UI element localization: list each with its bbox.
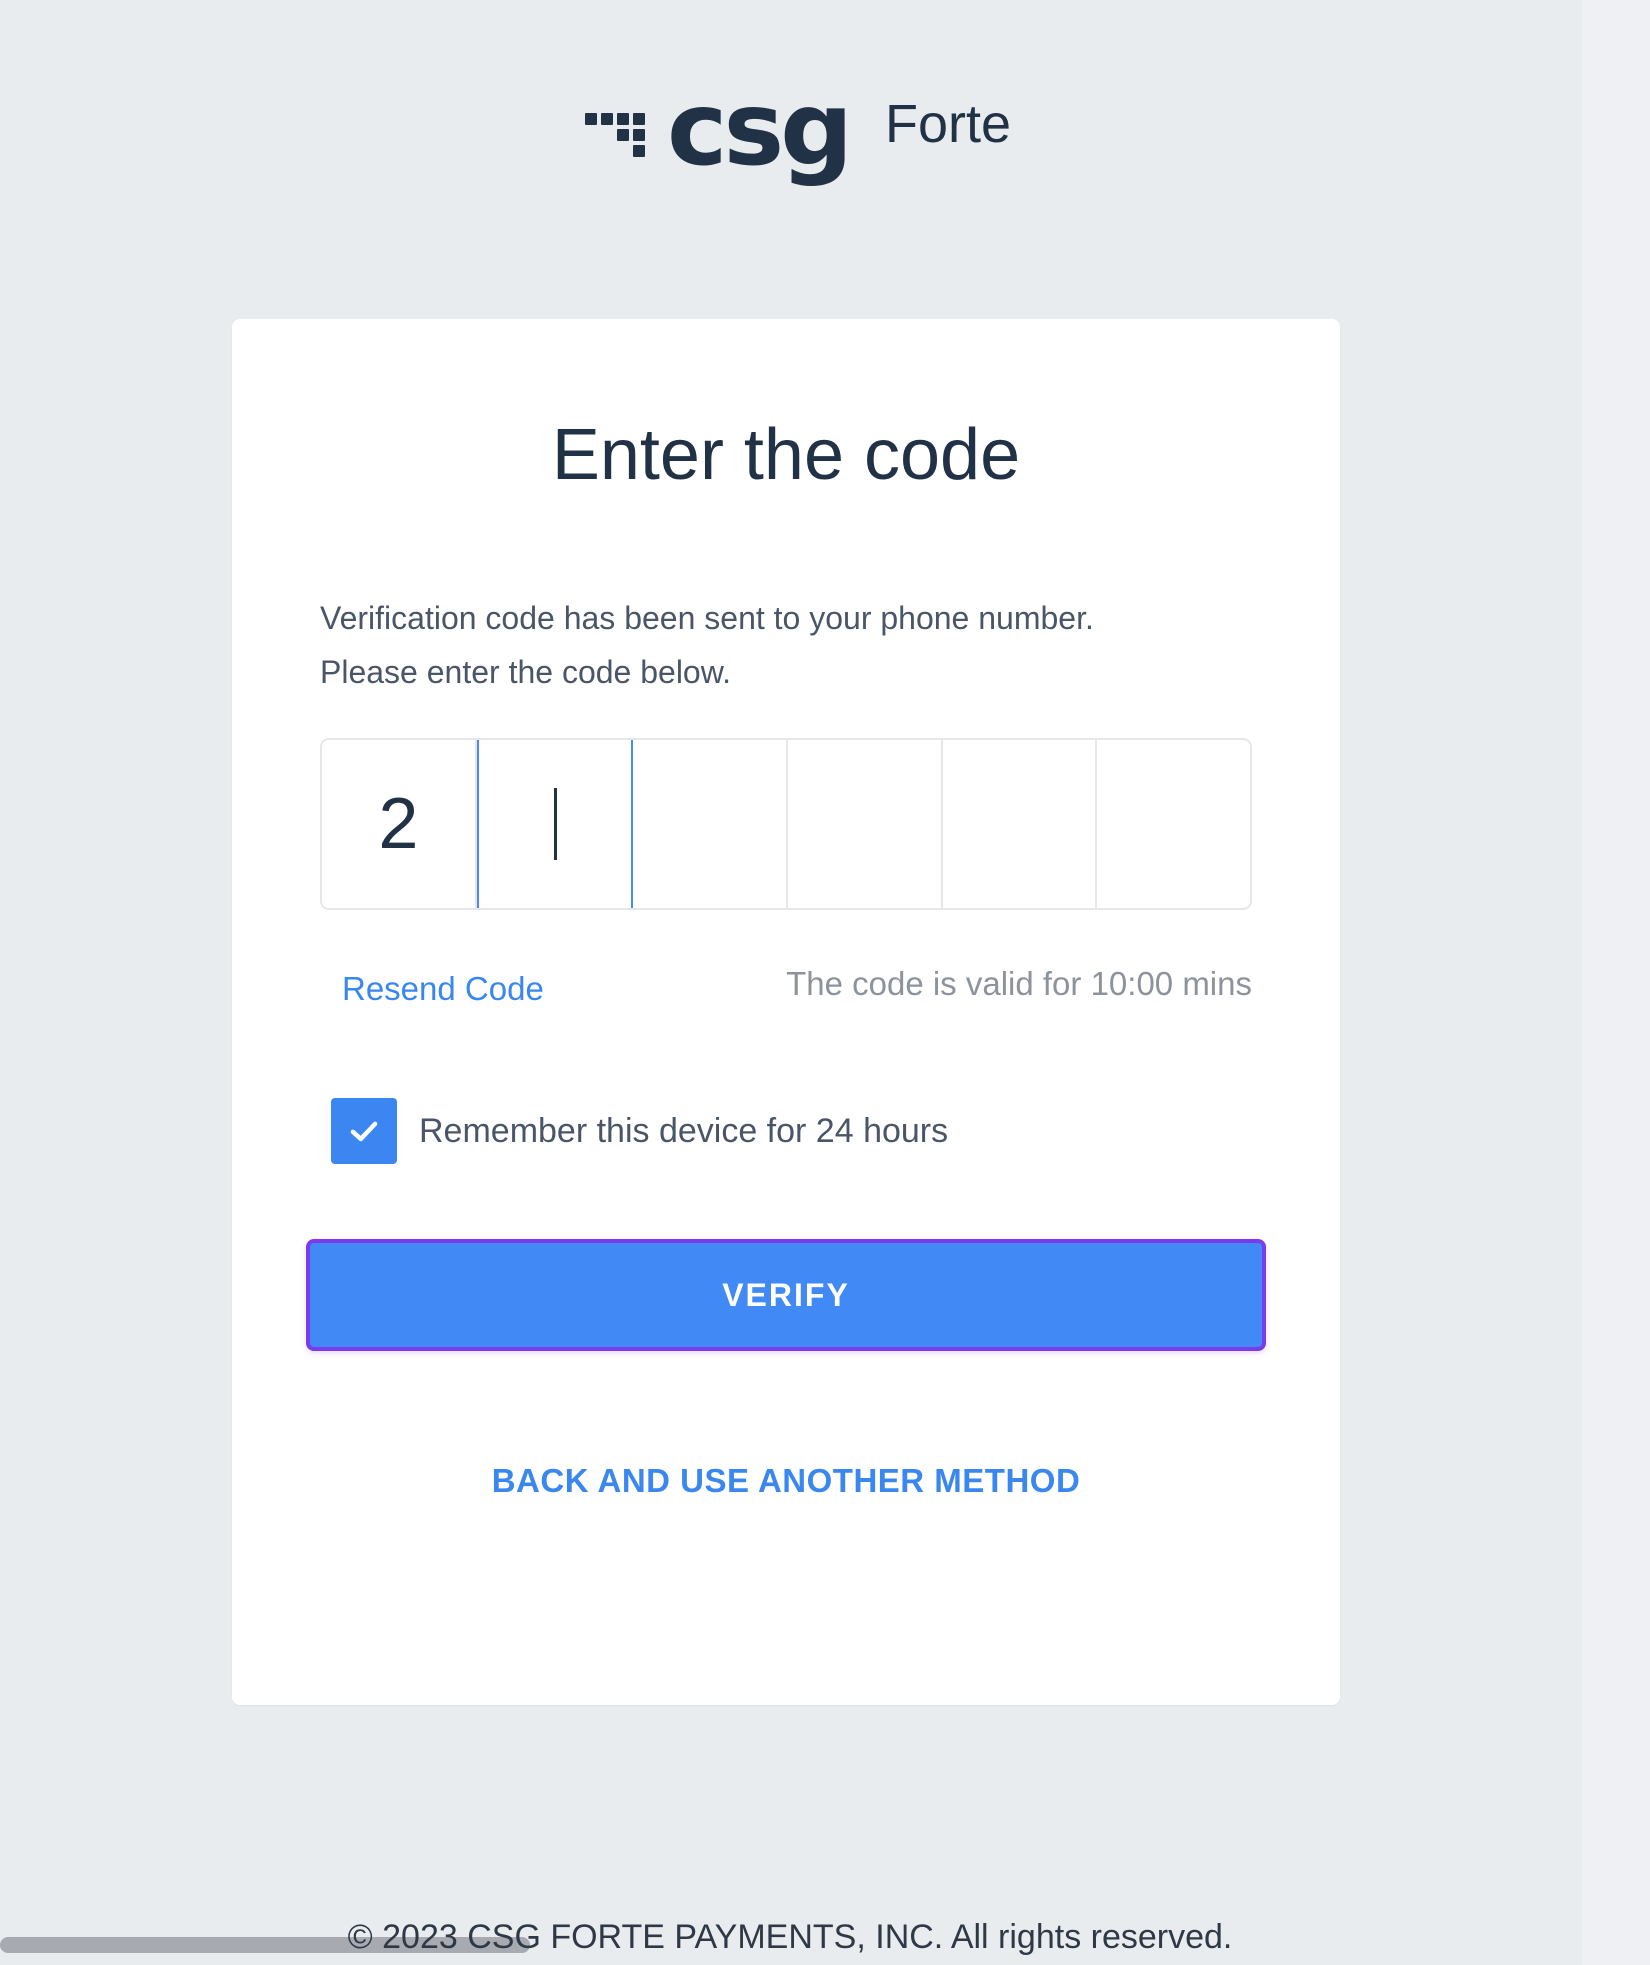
otp-digit-3[interactable]: [633, 740, 789, 908]
verification-card: Enter the code Verification code has bee…: [232, 319, 1340, 1705]
resend-code-link[interactable]: Resend Code: [342, 969, 544, 1009]
remember-device-row[interactable]: Remember this device for 24 hours: [331, 1098, 948, 1164]
brand-logo: csg Forte: [585, 79, 1011, 205]
otp-input-group: 2: [320, 738, 1252, 910]
remember-device-checkbox[interactable]: [331, 1098, 397, 1164]
vertical-scrollbar-track[interactable]: [1582, 0, 1650, 1965]
back-another-method-link[interactable]: BACK AND USE ANOTHER METHOD: [232, 1461, 1340, 1501]
remember-device-label: Remember this device for 24 hours: [419, 1112, 949, 1150]
otp-digit-4[interactable]: [788, 740, 943, 908]
check-icon: [350, 1121, 378, 1142]
logo-mark-icon: [585, 105, 655, 175]
footer-copyright: © 2023 CSG FORTE PAYMENTS, INC. All righ…: [347, 1918, 1233, 1956]
logo-wordmark: csg: [667, 70, 853, 189]
otp-digit-2[interactable]: [476, 740, 634, 908]
otp-digit-6[interactable]: [1097, 740, 1250, 908]
logo-subtitle: Forte: [885, 94, 1012, 154]
description-line-1: Verification code has been sent to your …: [320, 600, 1094, 636]
verification-description: Verification code has been sent to your …: [320, 591, 1270, 699]
page-title: Enter the code: [551, 415, 1021, 495]
otp-digit-1[interactable]: 2: [322, 740, 477, 908]
code-validity-text: The code is valid for 10:00 mins: [786, 965, 1252, 1002]
verify-button[interactable]: VERIFY: [306, 1239, 1266, 1351]
otp-digit-5[interactable]: [943, 740, 1098, 908]
description-line-2: Please enter the code below.: [320, 654, 731, 690]
text-caret: [553, 788, 557, 860]
